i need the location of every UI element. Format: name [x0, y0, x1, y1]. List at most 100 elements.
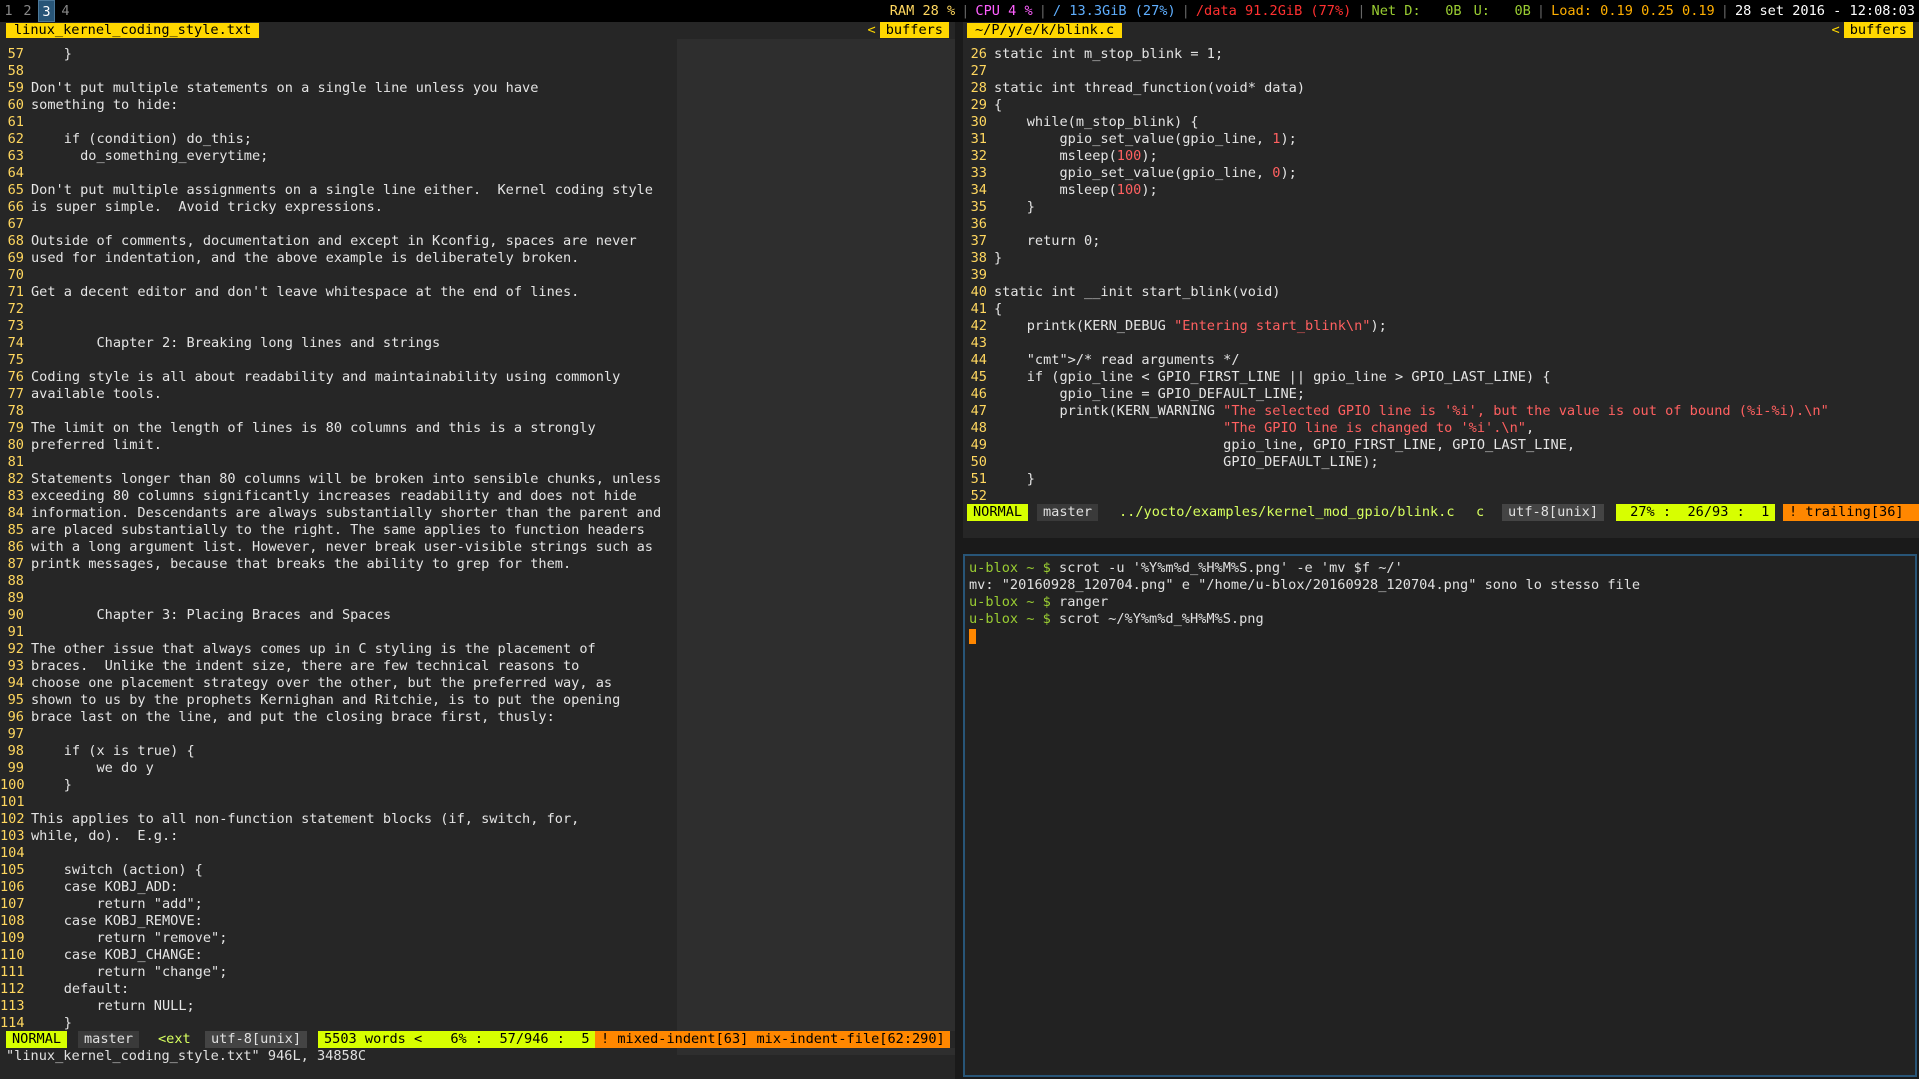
code-line[interactable]: 99 we do y — [0, 760, 661, 777]
code-line[interactable]: 86 with a long argument list. However, ne… — [0, 539, 661, 556]
code-line[interactable]: 30 while(m_stop_blink) { — [963, 114, 1829, 131]
code-line[interactable]: 26 static int m_stop_blink = 1; — [963, 46, 1829, 63]
code-line[interactable]: 37 return 0; — [963, 233, 1829, 250]
code-line[interactable]: 59 Don't put multiple statements on a sin… — [0, 80, 661, 97]
code-line[interactable]: 33 gpio_set_value(gpio_line, 0); — [963, 165, 1829, 182]
code-line[interactable]: 102 This applies to all non-function stat… — [0, 811, 661, 828]
code-line[interactable]: 27 — [963, 63, 1829, 80]
code-line[interactable]: 29 { — [963, 97, 1829, 114]
code-line[interactable]: 48 "The GPIO line is changed to '%i'.\n"… — [963, 420, 1829, 437]
code-line[interactable]: 51 } — [963, 471, 1829, 488]
code-line[interactable]: 68 Outside of comments, documentation and… — [0, 233, 661, 250]
code-line[interactable]: 52 — [963, 488, 1829, 505]
workspace-button-4[interactable]: 4 — [57, 0, 74, 22]
code-line[interactable]: 38} — [963, 250, 1829, 267]
command-line[interactable]: "linux_kernel_coding_style.txt" 946L, 34… — [6, 1048, 366, 1065]
code-line[interactable]: 35 } — [963, 199, 1829, 216]
code-line[interactable]: 39 — [963, 267, 1829, 284]
code-line[interactable]: 103 while, do). E.g.: — [0, 828, 661, 845]
code-line[interactable]: 63 do_something_everytime; — [0, 148, 661, 165]
code-line[interactable]: 104 — [0, 845, 661, 862]
code-line[interactable]: 72 — [0, 301, 661, 318]
code-line[interactable]: 58 — [0, 63, 661, 80]
terminal-window[interactable]: u-blox ~ $ scrot -u '%Y%m%d_%H%M%S.png' … — [963, 554, 1917, 1077]
vim-window-right[interactable]: ~/P/y/e/k/blink.c < buffers 26 static int … — [963, 22, 1919, 538]
tab-coding-style[interactable]: linux_kernel_coding_style.txt — [6, 23, 260, 38]
code-line[interactable]: 114 } — [0, 1015, 661, 1032]
code-line[interactable]: 88 — [0, 573, 661, 590]
code-line[interactable]: 79 The limit on the length of lines is 80… — [0, 420, 661, 437]
code-line[interactable]: 80 preferred limit. — [0, 437, 661, 454]
code-line[interactable]: 62 if (condition) do_this; — [0, 131, 661, 148]
code-line[interactable]: 36 — [963, 216, 1829, 233]
code-line[interactable]: 101 — [0, 794, 661, 811]
code-line[interactable]: 73 — [0, 318, 661, 335]
buffers-indicator[interactable]: < buffers — [1832, 22, 1913, 38]
code-line[interactable]: 89 — [0, 590, 661, 607]
code-line[interactable]: 31 gpio_set_value(gpio_line, 1); — [963, 131, 1829, 148]
code-line[interactable]: 32 msleep(100); — [963, 148, 1829, 165]
code-line[interactable]: 97 — [0, 726, 661, 743]
code-line[interactable]: 74 Chapter 2: Breaking long lines and st… — [0, 335, 661, 352]
workspace-button-2[interactable]: 2 — [19, 0, 36, 22]
code-line[interactable]: 42 printk(KERN_DEBUG "Entering start_bli… — [963, 318, 1829, 335]
code-line[interactable]: 87 printk messages, because that breaks t… — [0, 556, 661, 573]
code-line[interactable]: 84 information. Descendants are always su… — [0, 505, 662, 522]
code-line[interactable]: 91 — [0, 624, 661, 641]
code-line[interactable]: 96 brace last on the line, and put the cl… — [0, 709, 661, 726]
code-line[interactable]: 78 — [0, 403, 661, 420]
code-line[interactable]: 40 static int __init start_blink(void) — [963, 284, 1829, 301]
code-line[interactable]: 66 is super simple. Avoid tricky expressi… — [0, 199, 661, 216]
code-line[interactable]: 95 shown to us by the prophets Kernighan … — [0, 692, 661, 709]
code-line[interactable]: 34 msleep(100); — [963, 182, 1829, 199]
code-line[interactable]: 28 static int thread_function(void* data) — [963, 80, 1829, 97]
code-line[interactable]: 64 — [0, 165, 661, 182]
code-line[interactable]: 82 Statements longer than 80 columns will… — [0, 471, 662, 488]
code-line[interactable]: 57 } — [0, 46, 661, 63]
code-line[interactable]: 49 gpio_line, GPIO_FIRST_LINE, GPIO_LAST… — [963, 437, 1829, 454]
code-line[interactable]: 113 return NULL; — [0, 998, 661, 1015]
code-line[interactable]: 109 return "remove"; — [0, 930, 661, 947]
code-line[interactable]: 94 choose one placement strategy over the… — [0, 675, 661, 692]
code-line[interactable]: 81 — [0, 454, 661, 471]
code-line[interactable]: 98 if (x is true) { — [0, 743, 661, 760]
code-line[interactable]: 76 Coding style is all about readability … — [0, 369, 661, 386]
code-line[interactable]: 44 "cmt">/* read arguments */ — [963, 352, 1829, 369]
code-line[interactable]: 106 case KOBJ_ADD: — [0, 879, 661, 896]
code-line[interactable]: 90 Chapter 3: Placing Braces and Spaces — [0, 607, 661, 624]
code-line[interactable]: 77 available tools. — [0, 386, 661, 403]
code-line[interactable]: 47 printk(KERN_WARNING "The selected GPI… — [963, 403, 1829, 420]
code-line[interactable]: 93 braces. Unlike the indent size, there … — [0, 658, 661, 675]
vim-window-left[interactable]: linux_kernel_coding_style.txt < buffers 5… — [0, 22, 955, 1079]
workspace-button-3[interactable]: 3 — [38, 0, 55, 22]
code-line[interactable]: 46 gpio_line = GPIO_DEFAULT_LINE; — [963, 386, 1829, 403]
code-line[interactable]: 61 — [0, 114, 661, 131]
code-line[interactable]: 111 return "change"; — [0, 964, 661, 981]
code-line[interactable]: 112 default: — [0, 981, 661, 998]
workspace-button-1[interactable]: 1 — [0, 0, 17, 22]
code-line[interactable]: 85 are placed substantially to the right.… — [0, 522, 661, 539]
editor-text-area[interactable]: 26 static int m_stop_blink = 1; 27 28 static… — [963, 46, 1829, 505]
code-line[interactable]: 83 exceeding 80 columns significantly inc… — [0, 488, 661, 505]
code-line[interactable]: 43 — [963, 335, 1829, 352]
code-line[interactable]: 45 if (gpio_line < GPIO_FIRST_LINE || gp… — [963, 369, 1829, 386]
code-line[interactable]: 50 GPIO_DEFAULT_LINE); — [963, 454, 1829, 471]
editor-text-area[interactable]: 57 } 58 59 Don't put multiple statements on… — [0, 46, 661, 1032]
code-line[interactable]: 41 { — [963, 301, 1829, 318]
code-line[interactable]: 67 — [0, 216, 661, 233]
terminal-cursor-line[interactable] — [969, 628, 976, 645]
code-line[interactable]: 100 } — [0, 777, 661, 794]
code-line[interactable]: 70 — [0, 267, 661, 284]
code-line[interactable]: 108 case KOBJ_REMOVE: — [0, 913, 661, 930]
code-line[interactable]: 105 switch (action) { — [0, 862, 661, 879]
code-line[interactable]: 71 Get a decent editor and don't leave wh… — [0, 284, 661, 301]
code-line[interactable]: 107 return "add"; — [0, 896, 661, 913]
code-line[interactable]: 69 used for indentation, and the above ex… — [0, 250, 661, 267]
buffers-indicator[interactable]: < buffers — [868, 22, 949, 38]
code-line[interactable]: 92 The other issue that always comes up i… — [0, 641, 661, 658]
code-line[interactable]: 65 Don't put multiple assignments on a si… — [0, 182, 661, 199]
code-line[interactable]: 75 — [0, 352, 661, 369]
tab-blink-c[interactable]: ~/P/y/e/k/blink.c — [967, 23, 1123, 38]
code-line[interactable]: 60 something to hide: — [0, 97, 661, 114]
code-line[interactable]: 110 case KOBJ_CHANGE: — [0, 947, 661, 964]
